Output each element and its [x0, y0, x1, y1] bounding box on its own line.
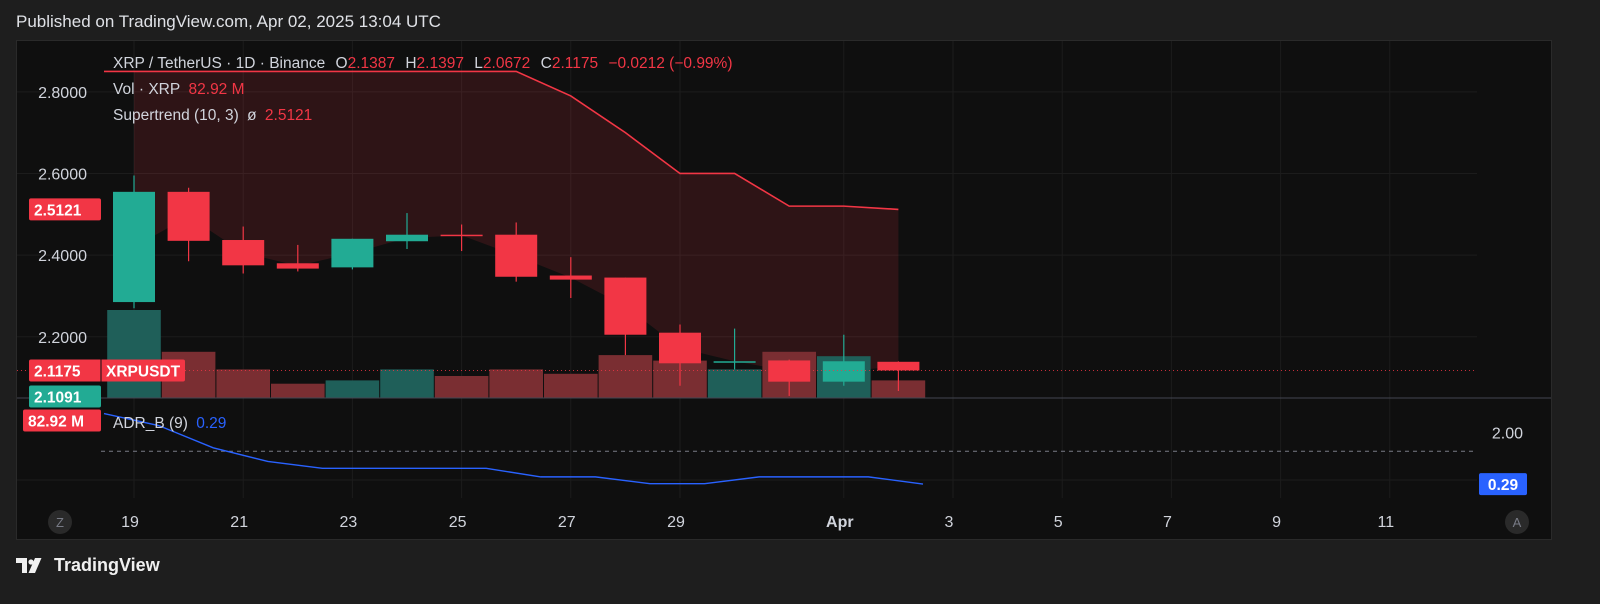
- legend-high: 2.1397: [416, 55, 464, 72]
- x-axis-label-4: 27: [558, 514, 576, 531]
- legend-vol-label: Vol · XRP: [113, 81, 181, 98]
- legend-supertrend-glyph: ø: [247, 107, 257, 124]
- close-price-tag: 2.1175: [34, 363, 81, 380]
- axis-button-right-label: A: [1513, 515, 1522, 530]
- x-axis-label-7: 3: [945, 514, 954, 531]
- footer-brand: TradingView: [16, 555, 160, 576]
- legend-close: 2.1175: [551, 55, 599, 72]
- legend-o-label: O: [335, 55, 348, 72]
- legend-change: −0.0212 (−0.99%): [608, 55, 733, 72]
- legend-h-label: H: [405, 55, 417, 72]
- candle-body-6: [440, 234, 483, 237]
- legend-c-label: C: [540, 55, 552, 72]
- supertrend-price-tag: 2.5121: [34, 202, 82, 219]
- candle-body-0: [113, 191, 155, 303]
- legend-adr-label: ADR_B (9): [113, 415, 188, 432]
- volume-bar-6: [434, 376, 489, 398]
- candle-body-5: [386, 234, 428, 242]
- adr-line: [103, 412, 924, 485]
- volume-bar-9: [598, 355, 653, 398]
- adr-axis-label: 2.00: [1492, 426, 1523, 443]
- axis-button-left-label: Z: [56, 515, 64, 530]
- y-axis-label-1: 2.6000: [38, 166, 87, 183]
- x-axis-label-1: 21: [230, 514, 248, 531]
- candle-body-12: [768, 360, 811, 382]
- candle-body-7: [495, 234, 538, 277]
- published-header: Published on TradingView.com, Apr 02, 20…: [16, 12, 441, 31]
- y-axis-label-3: 2.2000: [38, 330, 87, 347]
- x-axis-label-9: 7: [1163, 514, 1172, 531]
- legend-main: XRP / TetherUS · 1D · Binance O2.1387 H2…: [113, 55, 733, 73]
- legend-vol-value: 82.92 M: [188, 81, 245, 98]
- volume-bar-4: [325, 380, 380, 398]
- legend-supertrend: Supertrend (10, 3) ø 2.5121: [113, 107, 312, 125]
- x-axis-label-10: 9: [1272, 514, 1281, 531]
- legend-low: 2.0672: [482, 55, 531, 72]
- y-axis-label-2: 2.4000: [38, 248, 87, 265]
- x-axis-label-3: 25: [449, 514, 467, 531]
- x-axis-label-5: 29: [667, 514, 685, 531]
- volume-bar-7: [489, 369, 543, 398]
- candle-body-3: [276, 263, 319, 269]
- candle-body-11: [713, 361, 756, 363]
- volume-bar-8: [544, 373, 598, 398]
- legend-volume: Vol · XRP 82.92 M: [113, 81, 245, 99]
- legend-adr: ADR_B (9) 0.29: [113, 415, 226, 433]
- volume-tag: 82.92 M: [28, 413, 84, 430]
- legend-l-label: L: [474, 55, 483, 72]
- x-axis-label-2: 23: [340, 514, 358, 531]
- candle-body-4: [331, 238, 374, 268]
- adr-value-tag: 0.29: [1488, 477, 1519, 494]
- candle-body-2: [222, 240, 265, 266]
- legend-supertrend-label: Supertrend (10, 3): [113, 107, 239, 124]
- legend-adr-value: 0.29: [196, 415, 227, 432]
- footer-brand-text: TradingView: [54, 555, 160, 575]
- volume-bar-0: [107, 310, 161, 398]
- candle-body-8: [549, 275, 592, 280]
- legend-supertrend-value: 2.5121: [264, 107, 313, 124]
- prev-price-tag: 2.1091: [34, 389, 82, 406]
- y-axis-label-0: 2.8000: [38, 85, 87, 102]
- candle-body-10: [659, 332, 701, 364]
- legend-symbol: XRP / TetherUS · 1D · Binance: [113, 55, 326, 72]
- x-axis-label-8: 5: [1054, 514, 1063, 531]
- volume-bar-3: [271, 383, 325, 398]
- volume-bar-2: [216, 369, 270, 398]
- close-symbol-tag: XRPUSDT: [106, 363, 181, 380]
- x-axis-label-0: 19: [121, 514, 139, 531]
- chart-frame[interactable]: 2.8000 2.6000 2.4000 2.2000 2.00 2.5121 2.1175…: [16, 40, 1552, 540]
- x-axis-label-11: 11: [1377, 514, 1394, 531]
- candle-body-9: [604, 277, 647, 335]
- candle-body-13: [822, 361, 865, 382]
- tradingview-logo-icon: [16, 557, 42, 573]
- candle-body-1: [167, 191, 210, 241]
- candle-body-14: [877, 361, 920, 371]
- volume-bar-11: [707, 369, 762, 398]
- x-axis-label-6: Apr: [826, 514, 854, 531]
- volume-bar-5: [380, 369, 434, 398]
- legend-open: 2.1387: [347, 55, 396, 72]
